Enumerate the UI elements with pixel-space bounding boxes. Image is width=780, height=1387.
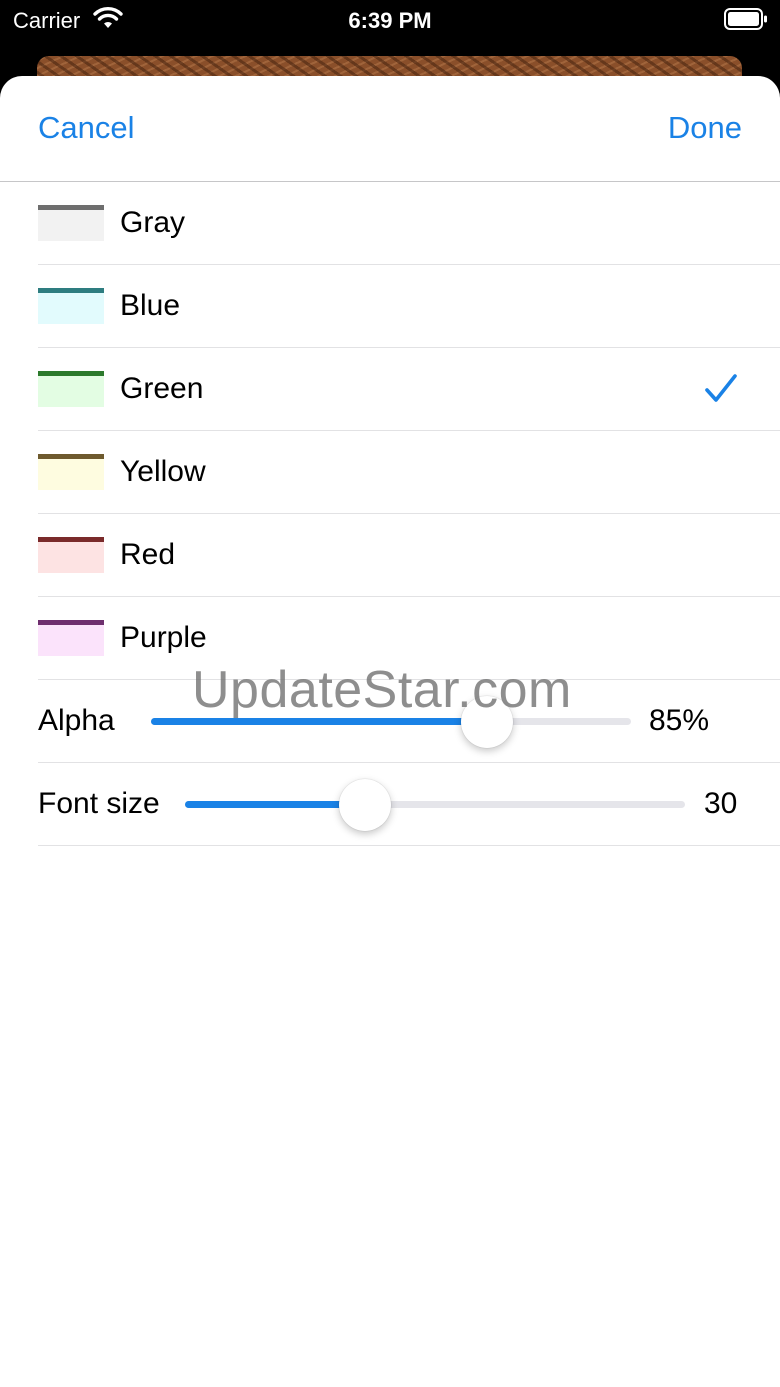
color-swatch [38, 537, 104, 573]
font-size-slider-fill [185, 801, 365, 808]
status-bar: Carrier 6:39 PM [0, 0, 780, 44]
battery-icon [724, 8, 767, 30]
color-label: Yellow [120, 455, 206, 488]
color-label: Blue [120, 289, 181, 322]
font-size-label: Font size [38, 787, 160, 820]
color-label: Red [120, 538, 176, 571]
color-label: Purple [120, 621, 207, 654]
alpha-slider-thumb[interactable] [461, 696, 513, 748]
alpha-slider-fill [151, 718, 487, 725]
color-list: Gray Blue Green Yellow Red Purple Alpha [0, 182, 780, 846]
font-size-value: 30 [704, 787, 738, 820]
color-option-gray[interactable]: Gray [38, 182, 780, 265]
alpha-slider[interactable] [151, 696, 631, 748]
color-option-red[interactable]: Red [38, 514, 780, 597]
alpha-row: Alpha 85% [38, 680, 780, 763]
color-swatch [38, 454, 104, 490]
font-size-slider-thumb[interactable] [339, 779, 391, 831]
color-swatch [38, 205, 104, 241]
font-size-slider[interactable] [185, 779, 685, 831]
color-swatch [38, 288, 104, 324]
cancel-button[interactable]: Cancel [38, 110, 135, 146]
color-option-green[interactable]: Green [38, 348, 780, 431]
color-option-blue[interactable]: Blue [38, 265, 780, 348]
color-swatch [38, 371, 104, 407]
color-settings-sheet: Cancel Done Gray Blue Green Yellow Red P… [0, 76, 780, 1387]
font-size-row: Font size 30 [38, 763, 780, 846]
alpha-label: Alpha [38, 704, 115, 737]
color-option-purple[interactable]: Purple [38, 597, 780, 680]
color-swatch [38, 620, 104, 656]
done-button[interactable]: Done [668, 110, 742, 146]
color-option-yellow[interactable]: Yellow [38, 431, 780, 514]
color-label: Green [120, 372, 204, 405]
checkmark-icon [705, 374, 737, 402]
clock: 6:39 PM [348, 8, 432, 33]
alpha-value: 85% [649, 704, 710, 737]
color-label: Gray [120, 206, 186, 239]
navigation-bar: Cancel Done [0, 76, 780, 182]
